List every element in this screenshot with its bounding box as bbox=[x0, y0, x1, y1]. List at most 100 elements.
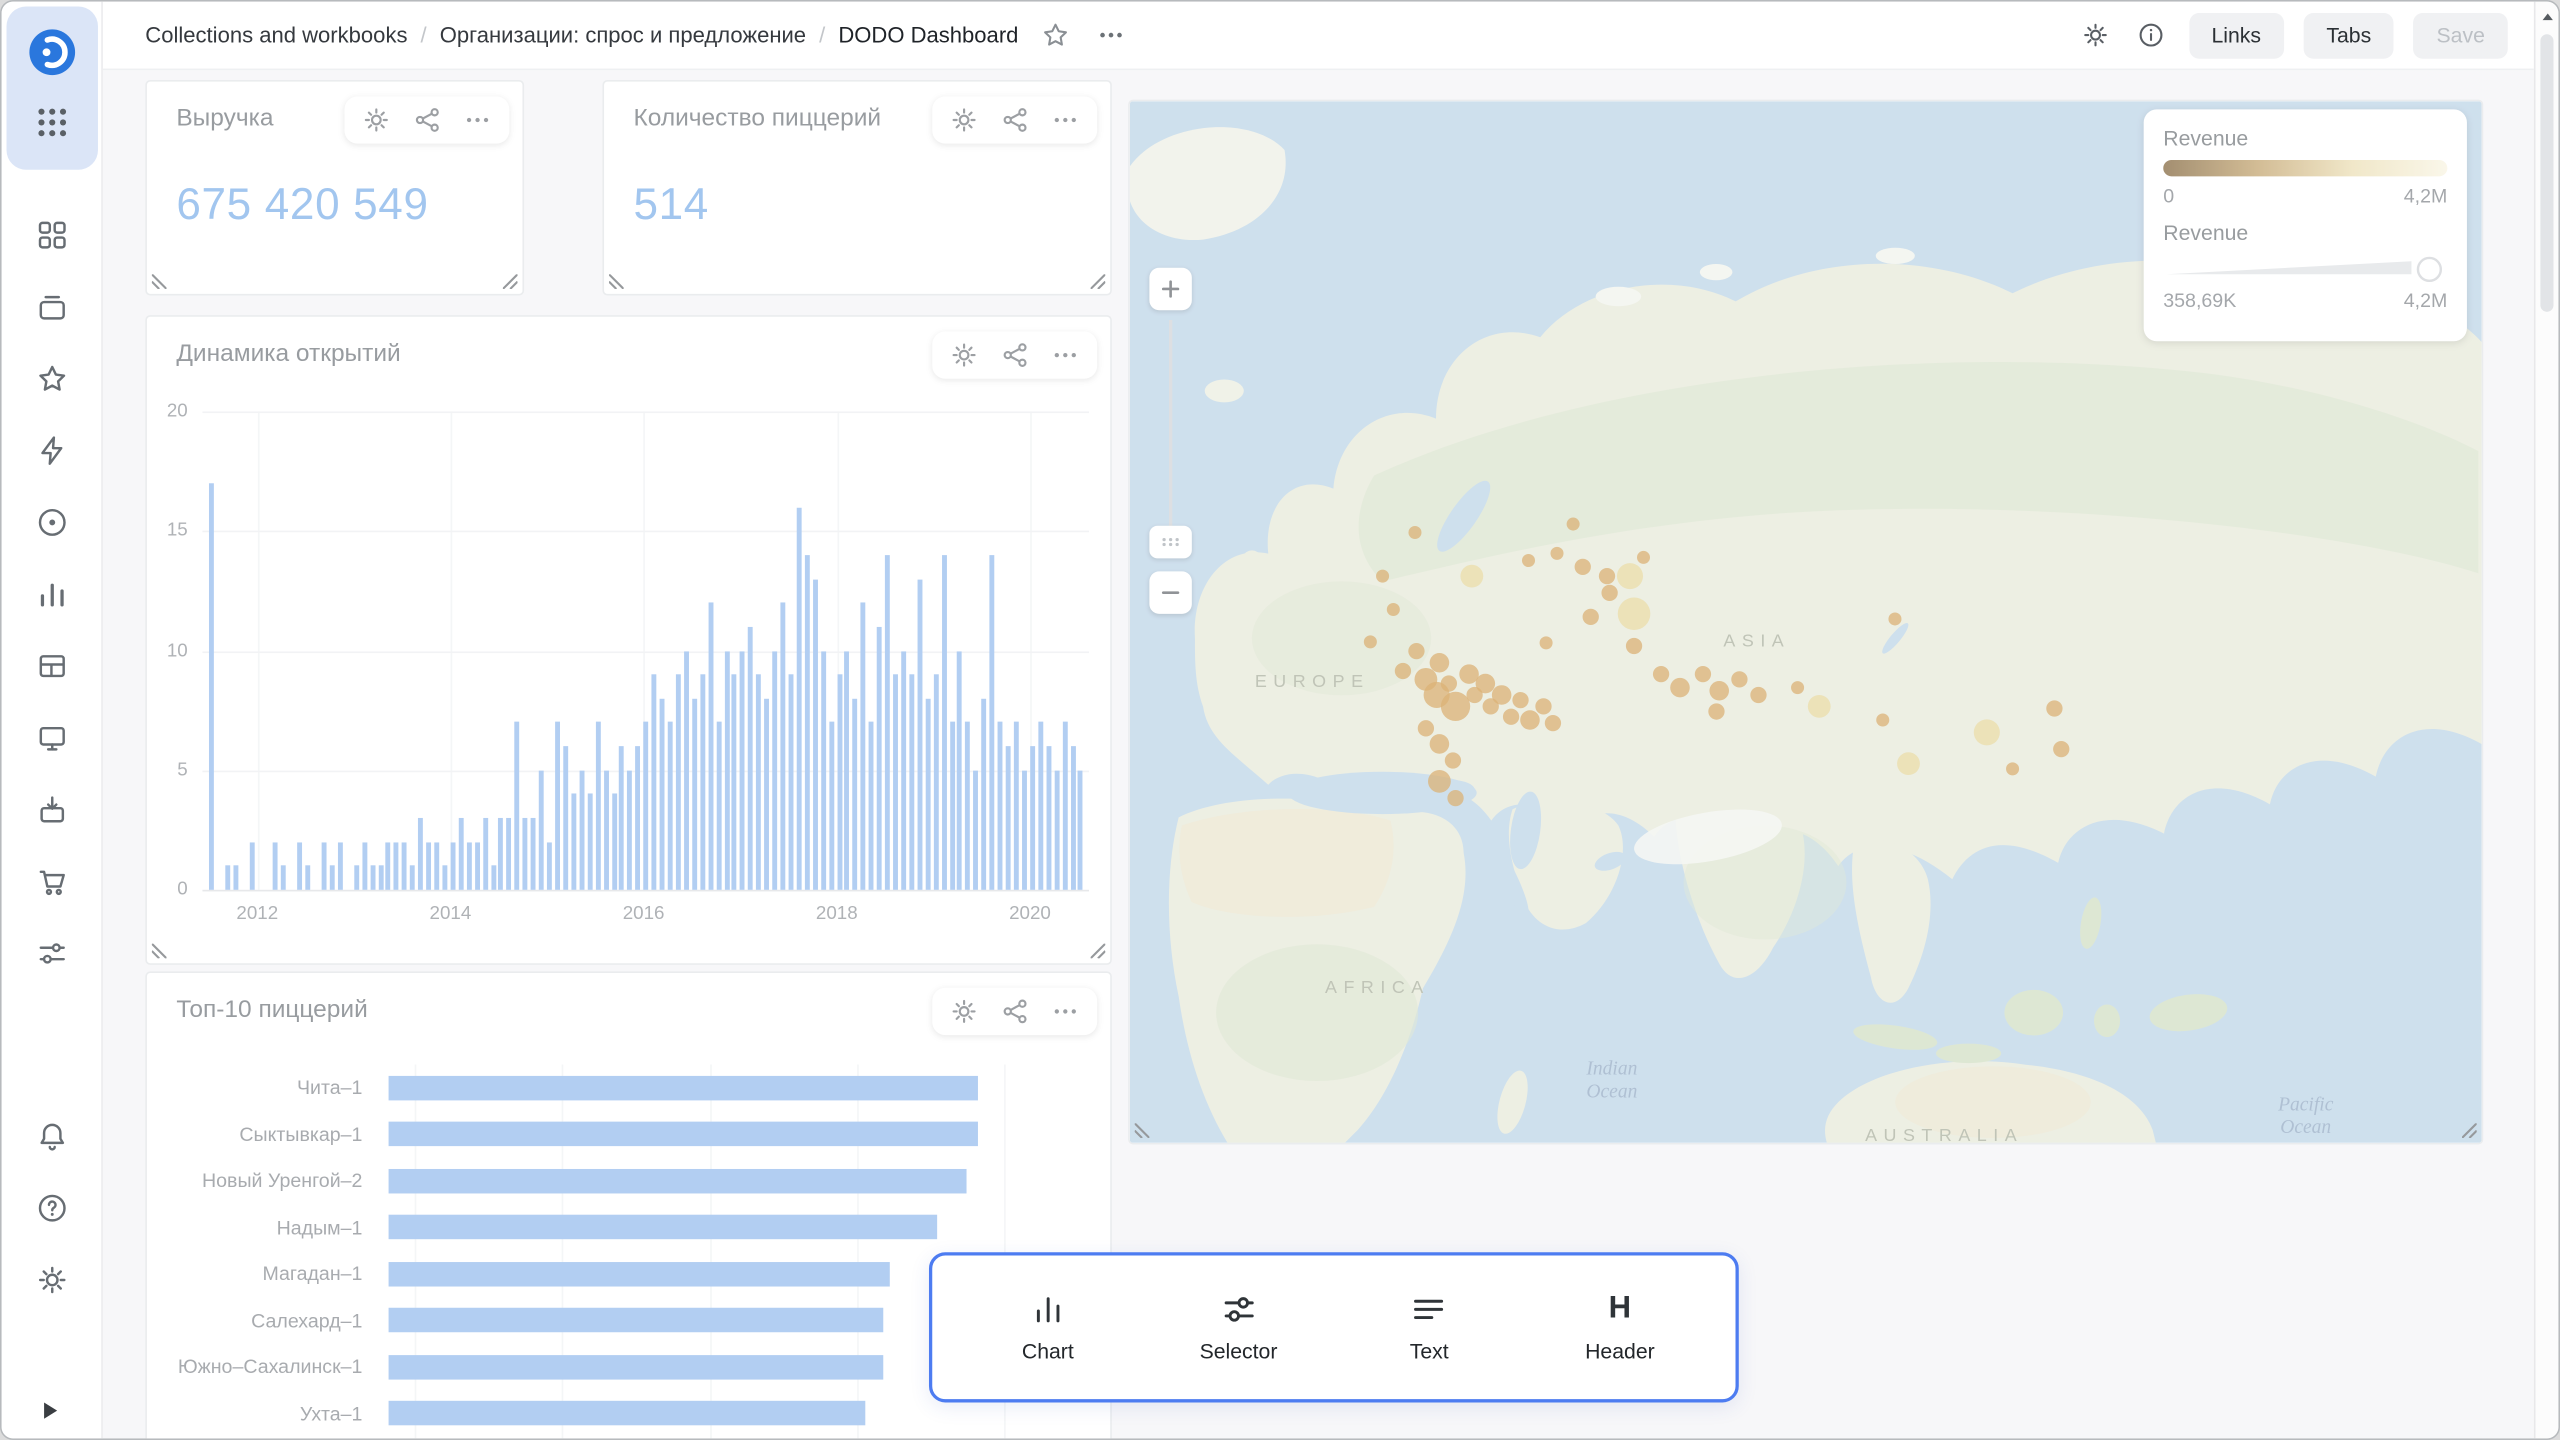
resize-grip[interactable] bbox=[1091, 274, 1106, 289]
map-legend: Revenue 0 4,2M Revenue 358,69K 4,2M bbox=[2144, 109, 2467, 341]
inbox-icon[interactable] bbox=[33, 792, 69, 828]
links-button[interactable]: Links bbox=[2189, 12, 2284, 58]
zoom-in-button[interactable] bbox=[1149, 268, 1191, 310]
gear-icon[interactable] bbox=[950, 106, 978, 134]
resize-grip[interactable] bbox=[1135, 1123, 1150, 1138]
table-icon[interactable] bbox=[33, 648, 69, 684]
add-selector-button[interactable]: Selector bbox=[1163, 1291, 1313, 1363]
links-flow-icon[interactable] bbox=[1001, 341, 1029, 369]
datalens-logo[interactable] bbox=[26, 26, 78, 78]
disc-icon[interactable] bbox=[33, 504, 69, 540]
more-icon[interactable] bbox=[1051, 998, 1079, 1026]
dynamics-plot: 2012201420162018202005101520 bbox=[202, 411, 1089, 889]
breadcrumb-separator: / bbox=[819, 23, 825, 47]
add-header-button[interactable]: H Header bbox=[1545, 1291, 1695, 1363]
links-flow-icon[interactable] bbox=[1001, 106, 1029, 134]
svg-text:EUROPE: EUROPE bbox=[1255, 671, 1370, 691]
pizzerias-value: 514 bbox=[633, 180, 709, 231]
resize-grip[interactable] bbox=[152, 274, 167, 289]
settings-gear-icon[interactable] bbox=[2078, 17, 2114, 53]
resize-grip[interactable] bbox=[152, 944, 167, 959]
svg-text:AUSTRALIA: AUSTRALIA bbox=[1865, 1125, 2023, 1143]
grid-2x2-icon[interactable] bbox=[33, 217, 69, 253]
legend-size-max: 4,2M bbox=[2404, 289, 2448, 312]
widget-title: Топ-10 пиццерий bbox=[176, 996, 367, 1024]
more-icon[interactable] bbox=[464, 106, 492, 134]
scroll-up-icon[interactable] bbox=[2540, 10, 2555, 25]
widget-controls bbox=[932, 988, 1097, 1035]
more-icon[interactable] bbox=[1051, 106, 1079, 134]
expand-icon[interactable] bbox=[34, 1396, 63, 1425]
tabs-button[interactable]: Tabs bbox=[2303, 12, 2394, 58]
links-flow-icon[interactable] bbox=[1001, 998, 1029, 1026]
legend-gradient-range: 0 4,2M bbox=[2163, 184, 2447, 207]
widget-title: Количество пиццерий bbox=[633, 104, 881, 132]
links-flow-icon[interactable] bbox=[413, 106, 441, 134]
bell-icon[interactable] bbox=[33, 1118, 69, 1154]
edit-item-label: Header bbox=[1585, 1339, 1655, 1363]
legend-gradient-min: 0 bbox=[2163, 184, 2174, 207]
star-icon[interactable] bbox=[33, 361, 69, 397]
folder-stack-icon[interactable] bbox=[33, 289, 69, 325]
zoom-out-button[interactable] bbox=[1149, 571, 1191, 613]
lightning-icon[interactable] bbox=[33, 433, 69, 469]
top10-row: Чита–1 bbox=[176, 1064, 1080, 1111]
edit-item-label: Chart bbox=[1022, 1339, 1074, 1363]
svg-text:ASIA: ASIA bbox=[1723, 630, 1790, 650]
star-icon[interactable] bbox=[1038, 17, 1074, 53]
more-icon[interactable] bbox=[1051, 341, 1079, 369]
svg-text:Ocean: Ocean bbox=[2280, 1117, 2331, 1138]
save-button[interactable]: Save bbox=[2414, 12, 2508, 58]
legend-size-scale bbox=[2163, 255, 2447, 284]
edit-item-label: Selector bbox=[1200, 1339, 1278, 1363]
breadcrumb-collections[interactable]: Collections and workbooks bbox=[145, 23, 407, 47]
text-icon bbox=[1411, 1291, 1447, 1327]
edit-item-label: Text bbox=[1410, 1339, 1449, 1363]
scrollbar-thumb[interactable] bbox=[2540, 34, 2553, 312]
apps-grid-icon[interactable] bbox=[34, 104, 70, 140]
legend-size-title: Revenue bbox=[2163, 220, 2447, 244]
sliders-icon[interactable] bbox=[33, 936, 69, 972]
gear-icon[interactable] bbox=[950, 998, 978, 1026]
sidebar bbox=[2, 2, 103, 1439]
breadcrumb-separator: / bbox=[421, 23, 427, 47]
add-text-button[interactable]: Text bbox=[1354, 1291, 1504, 1363]
vertical-scrollbar[interactable] bbox=[2534, 2, 2558, 1439]
selector-icon bbox=[1221, 1291, 1257, 1327]
legend-gradient-max: 4,2M bbox=[2404, 184, 2448, 207]
chart-icon bbox=[1030, 1291, 1066, 1327]
topbar: Collections and workbooks / Организации:… bbox=[103, 2, 2534, 71]
more-icon[interactable] bbox=[1094, 17, 1130, 53]
top10-row: Надым–1 bbox=[176, 1204, 1080, 1251]
resize-grip[interactable] bbox=[2462, 1123, 2477, 1138]
gear-icon[interactable] bbox=[362, 106, 390, 134]
zoom-slider-handle[interactable] bbox=[1149, 526, 1191, 559]
breadcrumb: Collections and workbooks / Организации:… bbox=[145, 23, 1018, 47]
legend-size-range: 358,69K 4,2M bbox=[2163, 289, 2447, 312]
bar-chart-icon[interactable] bbox=[33, 576, 69, 612]
sidebar-logo-block bbox=[7, 7, 98, 170]
widget-title: Динамика открытий bbox=[176, 340, 400, 368]
gear-icon[interactable] bbox=[950, 341, 978, 369]
gear-icon[interactable] bbox=[33, 1262, 69, 1298]
resize-grip[interactable] bbox=[503, 274, 518, 289]
page-title: DODO Dashboard bbox=[838, 23, 1018, 47]
cart-icon[interactable] bbox=[33, 864, 69, 900]
widget-controls bbox=[344, 96, 509, 143]
top10-row: Сыктывкар–1 bbox=[176, 1111, 1080, 1158]
legend-size-min: 358,69K bbox=[2163, 289, 2236, 312]
add-chart-button[interactable]: Chart bbox=[973, 1291, 1123, 1363]
resize-grip[interactable] bbox=[1091, 944, 1106, 959]
revenue-value: 675 420 549 bbox=[176, 180, 428, 231]
info-icon[interactable] bbox=[2133, 17, 2169, 53]
widget-dynamics: Динамика открытий 2012201420162018202005… bbox=[145, 315, 1112, 965]
zoom-slider-track[interactable] bbox=[1169, 320, 1172, 529]
monitor-icon[interactable] bbox=[33, 720, 69, 756]
question-icon[interactable] bbox=[33, 1190, 69, 1226]
svg-text:AFRICA: AFRICA bbox=[1325, 977, 1430, 997]
widget-map: EUROPEASIAAFRICAAUSTRALIAIndianOceanPaci… bbox=[1128, 100, 2483, 1145]
svg-text:Ocean: Ocean bbox=[1586, 1081, 1637, 1102]
breadcrumb-workbook[interactable]: Организации: спрос и предложение bbox=[440, 23, 806, 47]
top10-row: Новый Уренгой–2 bbox=[176, 1158, 1080, 1205]
resize-grip[interactable] bbox=[609, 274, 624, 289]
